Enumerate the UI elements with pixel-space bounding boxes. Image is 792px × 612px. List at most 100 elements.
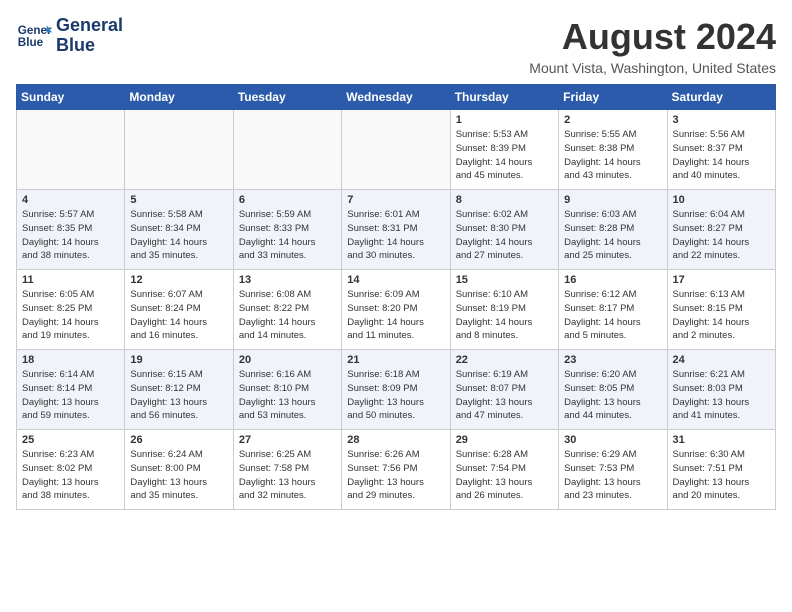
day-number: 23 [564,354,661,366]
day-info: Sunrise: 6:28 AM Sunset: 7:54 PM Dayligh… [456,448,553,503]
header-row: SundayMondayTuesdayWednesdayThursdayFrid… [17,85,776,110]
day-info: Sunrise: 6:07 AM Sunset: 8:24 PM Dayligh… [130,288,227,343]
calendar-week-row: 4Sunrise: 5:57 AM Sunset: 8:35 PM Daylig… [17,190,776,270]
day-info: Sunrise: 6:16 AM Sunset: 8:10 PM Dayligh… [239,368,336,423]
calendar-cell [125,110,233,190]
day-number: 30 [564,434,661,446]
day-number: 12 [130,274,227,286]
calendar-cell: 10 Sunrise: 6:04 AM Sunset: 8:27 PM Dayli… [667,190,775,270]
calendar-cell: 4Sunrise: 5:57 AM Sunset: 8:35 PM Daylig… [17,190,125,270]
day-info: Sunrise: 5:55 AM Sunset: 8:38 PM Dayligh… [564,128,661,183]
day-number: 13 [239,274,336,286]
day-info: Sunrise: 6:19 AM Sunset: 8:07 PM Dayligh… [456,368,553,423]
calendar-cell: 27Sunrise: 6:25 AM Sunset: 7:58 PM Dayli… [233,430,341,510]
calendar-cell: 23 Sunrise: 6:20 AM Sunset: 8:05 PM Dayli… [559,350,667,430]
day-number: 3 [673,114,770,126]
calendar-cell: 30 Sunrise: 6:29 AM Sunset: 7:53 PM Dayli… [559,430,667,510]
day-number: 29 [456,434,553,446]
calendar-cell: 26 Sunrise: 6:24 AM Sunset: 8:00 PM Dayli… [125,430,233,510]
day-number: 25 [22,434,119,446]
calendar-cell [17,110,125,190]
day-number: 22 [456,354,553,366]
calendar-cell: 22 Sunrise: 6:19 AM Sunset: 8:07 PM Dayli… [450,350,558,430]
location: Mount Vista, Washington, United States [529,60,776,76]
calendar-cell: 29 Sunrise: 6:28 AM Sunset: 7:54 PM Dayli… [450,430,558,510]
day-info: Sunrise: 6:23 AM Sunset: 8:02 PM Dayligh… [22,448,119,503]
day-info: Sunrise: 6:24 AM Sunset: 8:00 PM Dayligh… [130,448,227,503]
day-info: Sunrise: 6:01 AM Sunset: 8:31 PM Dayligh… [347,208,444,263]
calendar-week-row: 11Sunrise: 6:05 AM Sunset: 8:25 PM Dayli… [17,270,776,350]
day-number: 18 [22,354,119,366]
calendar-cell: 6 Sunrise: 5:59 AM Sunset: 8:33 PM Daylig… [233,190,341,270]
logo: General Blue General Blue [16,16,123,56]
day-number: 5 [130,194,227,206]
calendar-cell [233,110,341,190]
calendar-cell: 18 Sunrise: 6:14 AM Sunset: 8:14 PM Dayli… [17,350,125,430]
calendar-cell: 8Sunrise: 6:02 AM Sunset: 8:30 PM Daylig… [450,190,558,270]
day-info: Sunrise: 6:21 AM Sunset: 8:03 PM Dayligh… [673,368,770,423]
day-info: Sunrise: 6:09 AM Sunset: 8:20 PM Dayligh… [347,288,444,343]
day-info: Sunrise: 6:29 AM Sunset: 7:53 PM Dayligh… [564,448,661,503]
day-info: Sunrise: 6:30 AM Sunset: 7:51 PM Dayligh… [673,448,770,503]
calendar-cell: 12 Sunrise: 6:07 AM Sunset: 8:24 PM Dayli… [125,270,233,350]
day-info: Sunrise: 5:58 AM Sunset: 8:34 PM Dayligh… [130,208,227,263]
day-number: 11 [22,274,119,286]
calendar-cell: 25 Sunrise: 6:23 AM Sunset: 8:02 PM Dayli… [17,430,125,510]
day-number: 20 [239,354,336,366]
day-number: 19 [130,354,227,366]
day-info: Sunrise: 6:13 AM Sunset: 8:15 PM Dayligh… [673,288,770,343]
day-number: 15 [456,274,553,286]
logo-icon: General Blue [16,18,52,54]
page-header: General Blue General Blue August 2024 Mo… [16,16,776,76]
day-number: 17 [673,274,770,286]
calendar-table: SundayMondayTuesdayWednesdayThursdayFrid… [16,84,776,510]
month-title: August 2024 [529,16,776,58]
calendar-cell: 13 Sunrise: 6:08 AM Sunset: 8:22 PM Dayli… [233,270,341,350]
day-number: 24 [673,354,770,366]
calendar-cell: 20 Sunrise: 6:16 AM Sunset: 8:10 PM Dayli… [233,350,341,430]
calendar-cell: 17 Sunrise: 6:13 AM Sunset: 8:15 PM Dayli… [667,270,775,350]
weekday-header: Friday [559,85,667,110]
day-info: Sunrise: 6:20 AM Sunset: 8:05 PM Dayligh… [564,368,661,423]
calendar-cell: 7Sunrise: 6:01 AM Sunset: 8:31 PM Daylig… [342,190,450,270]
calendar-cell: 15 Sunrise: 6:10 AM Sunset: 8:19 PM Dayli… [450,270,558,350]
calendar-cell: 5 Sunrise: 5:58 AM Sunset: 8:34 PM Daylig… [125,190,233,270]
calendar-week-row: 18 Sunrise: 6:14 AM Sunset: 8:14 PM Dayli… [17,350,776,430]
day-number: 6 [239,194,336,206]
calendar-cell: 1 Sunrise: 5:53 AM Sunset: 8:39 PM Daylig… [450,110,558,190]
calendar-cell: 3Sunrise: 5:56 AM Sunset: 8:37 PM Daylig… [667,110,775,190]
day-number: 10 [673,194,770,206]
day-number: 31 [673,434,770,446]
day-number: 28 [347,434,444,446]
day-number: 1 [456,114,553,126]
svg-text:Blue: Blue [18,36,44,49]
day-info: Sunrise: 6:02 AM Sunset: 8:30 PM Dayligh… [456,208,553,263]
day-number: 27 [239,434,336,446]
day-info: Sunrise: 6:18 AM Sunset: 8:09 PM Dayligh… [347,368,444,423]
day-number: 2 [564,114,661,126]
calendar-cell: 16Sunrise: 6:12 AM Sunset: 8:17 PM Dayli… [559,270,667,350]
weekday-header: Saturday [667,85,775,110]
day-info: Sunrise: 6:14 AM Sunset: 8:14 PM Dayligh… [22,368,119,423]
day-info: Sunrise: 5:53 AM Sunset: 8:39 PM Dayligh… [456,128,553,183]
calendar-cell: 9Sunrise: 6:03 AM Sunset: 8:28 PM Daylig… [559,190,667,270]
day-info: Sunrise: 6:15 AM Sunset: 8:12 PM Dayligh… [130,368,227,423]
weekday-header: Monday [125,85,233,110]
calendar-cell: 24 Sunrise: 6:21 AM Sunset: 8:03 PM Dayli… [667,350,775,430]
calendar-cell: 11Sunrise: 6:05 AM Sunset: 8:25 PM Dayli… [17,270,125,350]
day-info: Sunrise: 5:59 AM Sunset: 8:33 PM Dayligh… [239,208,336,263]
day-number: 9 [564,194,661,206]
weekday-header: Sunday [17,85,125,110]
day-info: Sunrise: 6:08 AM Sunset: 8:22 PM Dayligh… [239,288,336,343]
day-info: Sunrise: 6:04 AM Sunset: 8:27 PM Dayligh… [673,208,770,263]
calendar-week-row: 25 Sunrise: 6:23 AM Sunset: 8:02 PM Dayli… [17,430,776,510]
title-block: August 2024 Mount Vista, Washington, Uni… [529,16,776,76]
day-info: Sunrise: 6:10 AM Sunset: 8:19 PM Dayligh… [456,288,553,343]
day-number: 26 [130,434,227,446]
weekday-header: Tuesday [233,85,341,110]
day-info: Sunrise: 6:12 AM Sunset: 8:17 PM Dayligh… [564,288,661,343]
day-info: Sunrise: 5:57 AM Sunset: 8:35 PM Dayligh… [22,208,119,263]
calendar-cell: 21Sunrise: 6:18 AM Sunset: 8:09 PM Dayli… [342,350,450,430]
day-number: 14 [347,274,444,286]
calendar-cell [342,110,450,190]
